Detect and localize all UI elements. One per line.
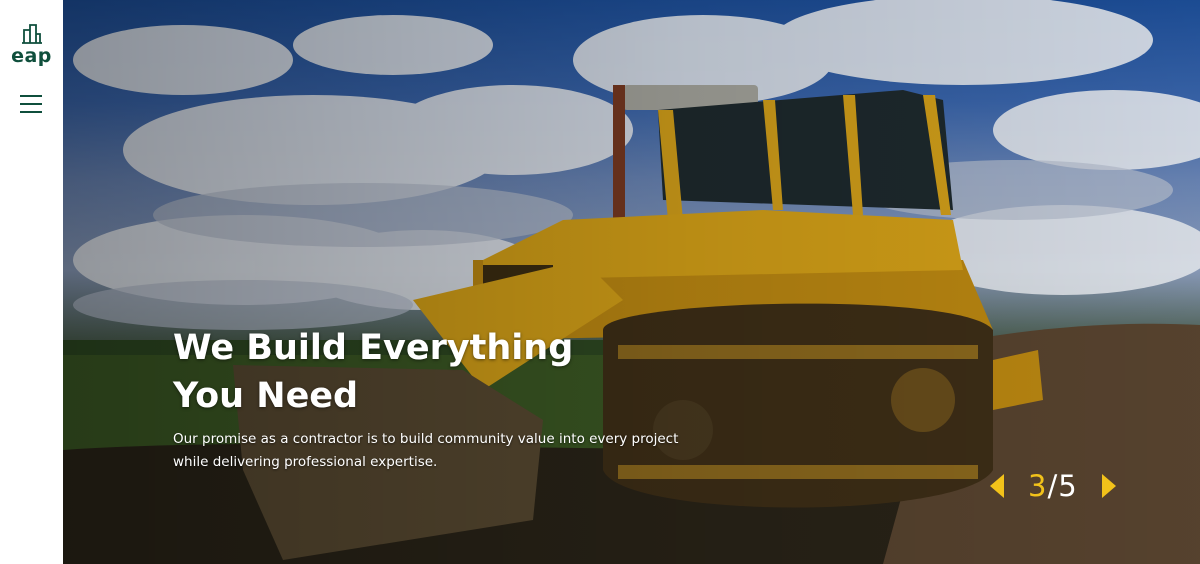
sidebar: eap — [0, 0, 63, 564]
menu-line — [20, 95, 42, 97]
slide-total: 5 — [1058, 469, 1078, 503]
hero-banner: We Build Everything You Need Our promise… — [63, 0, 1200, 564]
slide-counter: 3/5 — [1028, 469, 1078, 503]
logo-text: eap — [11, 45, 52, 67]
building-icon — [21, 24, 42, 44]
slide-separator: / — [1047, 469, 1059, 503]
hero-subtext: Our promise as a contractor is to build … — [173, 431, 679, 470]
slide-current: 3 — [1028, 469, 1048, 503]
hero-headline: We Build Everything You Need — [173, 328, 574, 416]
menu-line — [20, 103, 42, 105]
logo[interactable]: eap — [0, 24, 63, 67]
slider-navigation: 3/5 — [988, 466, 1118, 506]
arrow-left-icon[interactable] — [988, 472, 1006, 500]
hamburger-menu-icon[interactable] — [20, 95, 42, 115]
menu-line — [20, 111, 42, 113]
arrow-right-icon[interactable] — [1100, 472, 1118, 500]
